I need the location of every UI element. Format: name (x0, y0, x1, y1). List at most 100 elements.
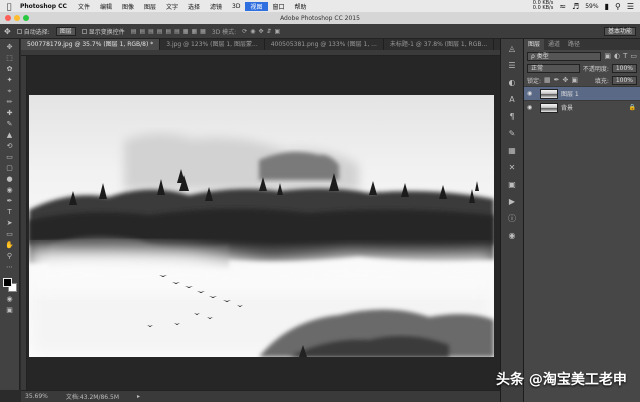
quick-mask-icon[interactable]: ◉ (4, 295, 16, 303)
healing-brush-tool-icon[interactable]: ✚ (4, 109, 16, 117)
document-canvas[interactable] (29, 95, 494, 357)
actions-icon[interactable]: ▶ (509, 198, 515, 206)
tab-layers[interactable]: 图层 (524, 39, 545, 50)
blend-mode-dropdown[interactable]: 正常 (527, 63, 580, 73)
adjustments-icon[interactable]: ◐ (509, 79, 516, 87)
brush-tool-icon[interactable]: ✎ (4, 120, 16, 128)
screen-mode-icon[interactable]: ▣ (4, 306, 16, 314)
filter-shape-icon[interactable]: ▭ (630, 52, 637, 60)
minimize-window-button[interactable] (14, 15, 20, 21)
status-arrow-icon[interactable]: ▸ (137, 393, 140, 400)
lock-transparent-icon[interactable]: ▦ (544, 76, 551, 84)
path-select-tool-icon[interactable]: ➤ (4, 219, 16, 227)
wifi-icon[interactable]: ≈ (559, 2, 566, 11)
battery-percent[interactable]: 59% (585, 3, 598, 10)
align-right-icon[interactable]: ▤ (174, 28, 180, 35)
notification-icon[interactable]: ☰ (627, 2, 634, 11)
menu-help[interactable]: 帮助 (290, 2, 312, 11)
blur-tool-icon[interactable]: ● (4, 175, 16, 183)
marquee-tool-icon[interactable]: ⬚ (4, 54, 16, 62)
lock-all-icon[interactable]: ▣ (571, 76, 578, 84)
filter-type-icon[interactable]: T (623, 52, 627, 60)
tab-document-1[interactable]: 500778179.jpg @ 35.7% (图层 1, RGB/8) * (21, 39, 161, 50)
swatches-icon[interactable]: ▦ (508, 147, 516, 155)
lock-position-icon[interactable]: ✥ (563, 76, 569, 84)
auto-select-dropdown[interactable]: 图层 (55, 26, 76, 36)
filter-adjust-icon[interactable]: ◐ (614, 52, 620, 60)
color-swatches[interactable] (2, 278, 17, 292)
zoom-level[interactable]: 35.69% (25, 393, 48, 400)
workspace-dropdown[interactable]: 基本功能 (603, 26, 636, 36)
menu-filter[interactable]: 滤镜 (205, 2, 227, 11)
brush-presets-icon[interactable]: ✎ (509, 130, 516, 138)
character-icon[interactable]: A (509, 96, 514, 104)
history-icon[interactable]: ◬ (509, 45, 515, 53)
shape-tool-icon[interactable]: ▭ (4, 230, 16, 238)
3d-scale-icon[interactable]: ▣ (275, 28, 281, 35)
apple-icon[interactable]:  (0, 2, 18, 11)
filter-pixel-icon[interactable]: ▣ (604, 52, 611, 60)
tab-document-2[interactable]: 3.jpg @ 123% (图层 1, 图层蒙... (160, 39, 265, 50)
paragraph-icon[interactable]: ¶ (509, 113, 514, 121)
opacity-input[interactable]: 100% (611, 63, 637, 73)
3d-roll-icon[interactable]: ◉ (250, 28, 255, 35)
tab-channels[interactable]: 通道 (544, 39, 564, 50)
properties-icon[interactable]: ☰ (508, 62, 515, 70)
align-center-icon[interactable]: ▤ (165, 28, 171, 35)
lasso-tool-icon[interactable]: ✿ (4, 65, 16, 73)
align-top-icon[interactable]: ▤ (131, 28, 137, 35)
layer-name[interactable]: 图层 1 (561, 89, 579, 98)
eraser-tool-icon[interactable]: ▭ (4, 153, 16, 161)
layer-filter-dropdown[interactable]: ρ 类型 (527, 51, 602, 61)
canvas-area[interactable] (27, 56, 500, 390)
layer-name[interactable]: 背景 (561, 103, 573, 112)
more-tools-icon[interactable]: ⋯ (4, 263, 16, 271)
menu-type[interactable]: 文字 (161, 2, 183, 11)
fill-input[interactable]: 100% (611, 75, 637, 85)
move-tool-icon[interactable]: ✥ (4, 27, 11, 36)
volume-icon[interactable]: ♬ (572, 2, 579, 11)
move-tool-icon[interactable]: ✥ (4, 43, 16, 51)
auto-select-checkbox[interactable]: 自动选择: (16, 27, 50, 36)
document-size[interactable]: 文档:43.2M/86.5M (66, 392, 119, 401)
menu-select[interactable]: 选择 (183, 2, 205, 11)
menu-window[interactable]: 窗口 (268, 2, 290, 11)
eyedropper-tool-icon[interactable]: ✏ (4, 98, 16, 106)
lock-pixels-icon[interactable]: ✒ (554, 76, 560, 84)
3d-slide-icon[interactable]: ⇵ (267, 28, 272, 35)
dodge-tool-icon[interactable]: ◉ (4, 186, 16, 194)
pen-tool-icon[interactable]: ✒ (4, 197, 16, 205)
foreground-color-swatch[interactable] (2, 278, 12, 287)
history-brush-tool-icon[interactable]: ⟲ (4, 142, 16, 150)
distribute-icon[interactable]: ▦ (183, 28, 189, 35)
menu-edit[interactable]: 编辑 (95, 2, 117, 11)
close-window-button[interactable] (5, 15, 11, 21)
gradient-tool-icon[interactable]: ▢ (4, 164, 16, 172)
show-transform-checkbox[interactable]: 显示变换控件 (81, 27, 125, 36)
tools-presets-icon[interactable]: ✕ (509, 164, 516, 172)
battery-icon[interactable]: ▮ (605, 2, 609, 11)
align-bottom-icon[interactable]: ▤ (148, 28, 154, 35)
tab-document-4[interactable]: 未标题-1 @ 37.8% (图层 1, RGB... (384, 39, 495, 50)
menu-3d[interactable]: 3D (227, 3, 245, 10)
type-tool-icon[interactable]: T (4, 208, 16, 216)
eye-icon[interactable]: ◉ (527, 104, 537, 111)
menu-view[interactable]: 视图 (245, 1, 268, 11)
search-icon[interactable]: ⚲ (615, 2, 621, 11)
layer-row-background[interactable]: ◉ 背景 🔒 (524, 100, 640, 114)
3d-rotate-icon[interactable]: ⟳ (242, 28, 247, 35)
menu-file[interactable]: 文件 (73, 2, 95, 11)
zoom-window-button[interactable] (23, 15, 29, 21)
tab-paths[interactable]: 路径 (564, 39, 584, 50)
3d-pan-icon[interactable]: ✥ (258, 28, 263, 35)
layer-row-1[interactable]: ◉ 图层 1 (524, 86, 640, 100)
clone-stamp-tool-icon[interactable]: ▲ (4, 131, 16, 139)
menu-image[interactable]: 图像 (117, 2, 139, 11)
align-left-icon[interactable]: ▤ (157, 28, 163, 35)
menu-layer[interactable]: 图层 (139, 2, 161, 11)
align-middle-icon[interactable]: ▤ (139, 28, 145, 35)
quick-select-tool-icon[interactable]: ✦ (4, 76, 16, 84)
styles-icon[interactable]: ▣ (508, 181, 516, 189)
distribute-icon[interactable]: ▦ (200, 28, 206, 35)
zoom-tool-icon[interactable]: ⚲ (4, 252, 16, 260)
